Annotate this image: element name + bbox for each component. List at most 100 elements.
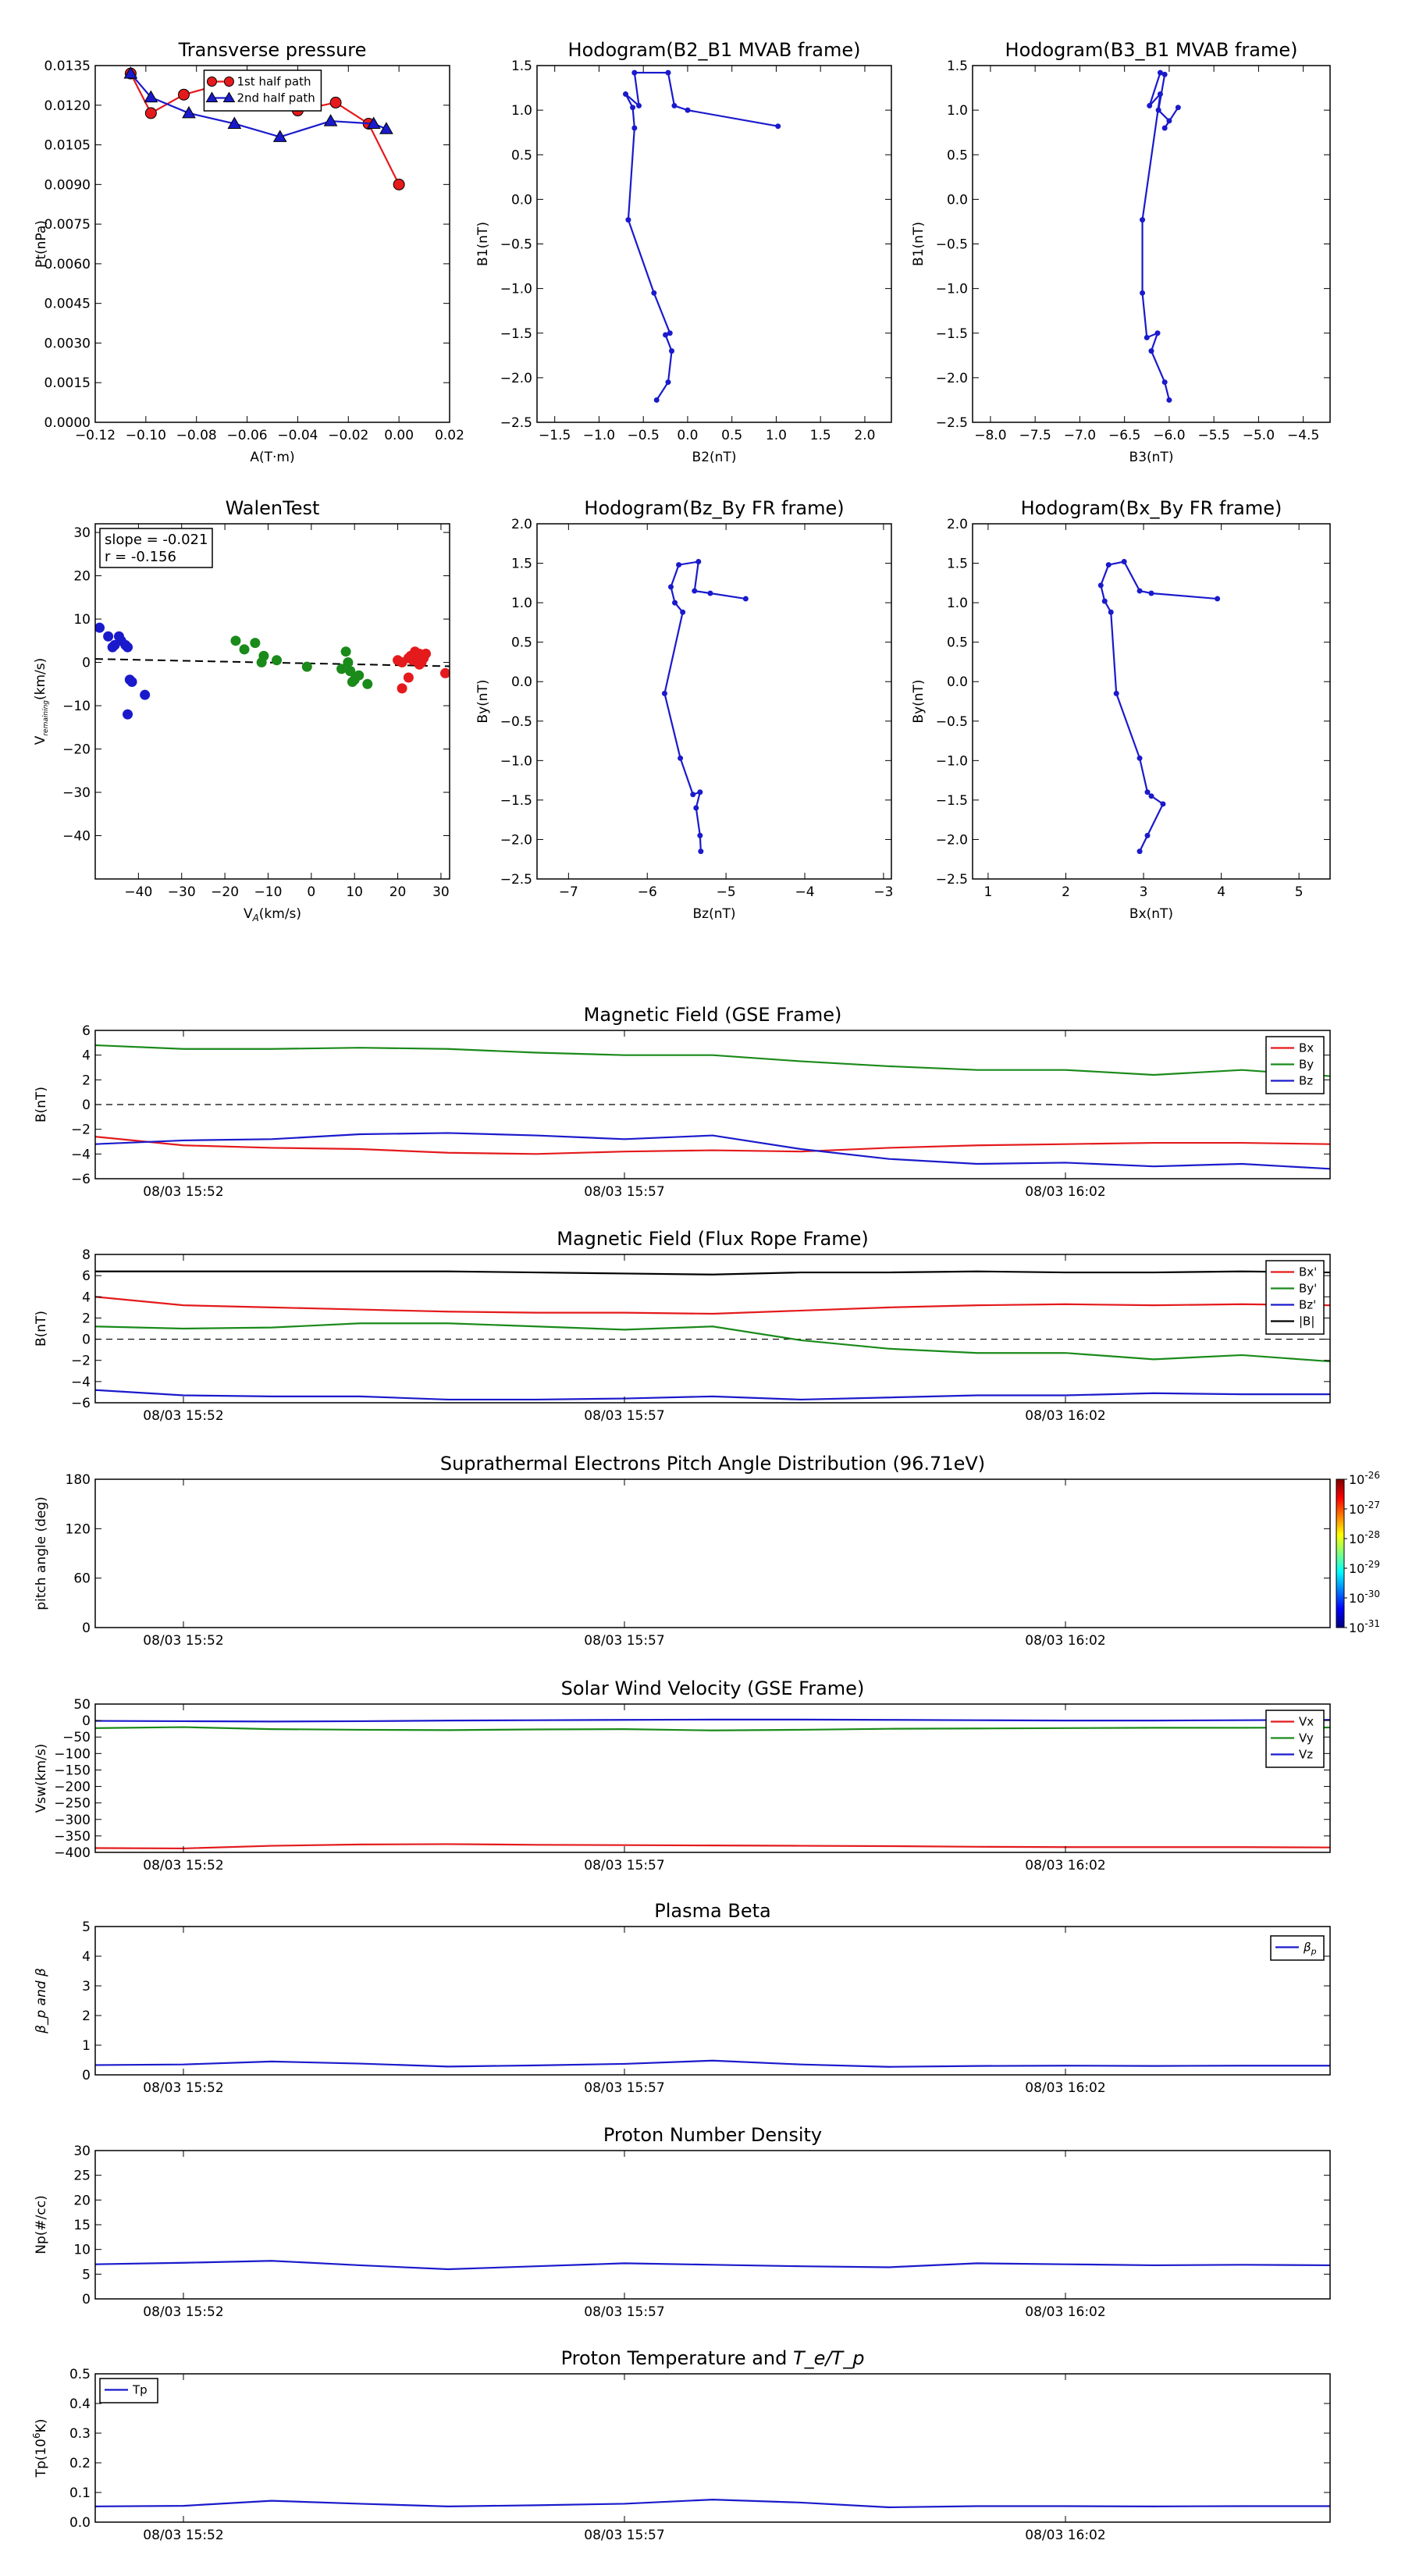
- x-tick-label: 20: [389, 884, 407, 900]
- y-tick-label: 0.5: [69, 2367, 91, 2382]
- y-tick-label: 1.0: [511, 103, 532, 119]
- data-point: [623, 91, 628, 98]
- colorbar-tick-label: 10-29: [1349, 1559, 1380, 1576]
- y-tick-label: −10: [62, 699, 91, 714]
- x-tick-label: 2: [1062, 884, 1070, 900]
- x-tick-label: 30: [432, 884, 450, 900]
- y-tick-label: −2.5: [936, 415, 968, 431]
- legend-label: Bz': [1299, 1298, 1316, 1312]
- y-axis-label-text: pitch angle (deg): [34, 1496, 49, 1610]
- colorbar-tick-exponent: -26: [1364, 1470, 1380, 1481]
- y-tick-label: 0.0090: [44, 177, 91, 193]
- plot-frame: [94, 65, 450, 423]
- data-point: [693, 805, 699, 811]
- data-point: [1105, 562, 1112, 568]
- colorbar-tick-base: 10: [1349, 1621, 1364, 1635]
- chart-title: Magnetic Field (Flux Rope Frame): [557, 1228, 868, 1250]
- data-point: [340, 646, 351, 657]
- y-tick-label: 0.0: [69, 2515, 91, 2531]
- series-0: [661, 559, 749, 855]
- chart-title: Proton Number Density: [603, 2124, 822, 2146]
- colorbar-tick-label: 10-27: [1349, 1500, 1380, 1517]
- chart-title: Hodogram(B3_B1 MVAB frame): [1005, 39, 1298, 61]
- data-point: [1113, 690, 1119, 696]
- y-axis-label: Vremaining(km/s): [33, 658, 50, 745]
- y-axis-label: Tp(106K): [31, 2419, 49, 2478]
- x-tick-label: 08/03 15:52: [143, 2080, 223, 2096]
- y-axis-label: Pt(nPa): [34, 220, 49, 268]
- x-tick-label: 08/03 15:57: [584, 2304, 664, 2320]
- annotation-line: slope = -0.021: [105, 532, 208, 548]
- y-tick-label: 120: [66, 1521, 91, 1537]
- data-point: [1166, 118, 1172, 124]
- y-tick-label: 1.5: [511, 557, 532, 572]
- series-line: [95, 1322, 1330, 1363]
- x-tick-label: 08/03 15:57: [584, 1408, 664, 1424]
- x-tick-label: −6: [638, 884, 657, 900]
- data-point: [403, 672, 414, 683]
- y-axis-label: B1(nT): [911, 222, 927, 266]
- y-tick-label: 0: [82, 1713, 91, 1729]
- y-tick-label: −50: [62, 1730, 91, 1745]
- chart-title-text: Transverse pressure: [178, 39, 367, 61]
- x-tick-label: 08/03 15:57: [584, 1858, 664, 1873]
- legend: Tp: [99, 2378, 158, 2403]
- data-point: [182, 105, 196, 119]
- x-tick-label: 0.02: [435, 428, 464, 443]
- y-tick-label: −2: [71, 1354, 91, 1369]
- y-tick-label: 0.2: [69, 2456, 91, 2471]
- y-tick-label: 30: [73, 2144, 91, 2159]
- y-tick-label: −20: [62, 742, 91, 758]
- plot-frame: [94, 1254, 1331, 1404]
- data-point: [1097, 582, 1104, 589]
- y-axis-label-sup: 6: [31, 2432, 42, 2439]
- y-tick-label: 0.0135: [44, 59, 91, 74]
- plot-frame: [94, 2150, 1331, 2300]
- data-point: [625, 217, 631, 223]
- chart-title: Magnetic Field (GSE Frame): [584, 1004, 842, 1026]
- plot-frame: [536, 523, 892, 880]
- y-axis-label-text: Np(#/cc): [34, 2195, 49, 2254]
- y-tick-label: 0.0: [511, 674, 532, 690]
- y-tick-label: 2: [82, 2008, 91, 2024]
- chart-title-text: Hodogram(Bx_By FR frame): [1021, 497, 1282, 519]
- y-tick-label: 10: [73, 2243, 91, 2258]
- x-tick-label: −10: [254, 884, 283, 900]
- legend-label: 2nd half path: [237, 91, 315, 105]
- y-tick-label: 0.5: [947, 148, 968, 163]
- data-point: [379, 122, 393, 134]
- data-point: [661, 690, 667, 696]
- y-tick-label: 1.0: [511, 596, 532, 611]
- data-point: [1148, 793, 1154, 799]
- y-tick-label: 0: [82, 656, 91, 671]
- series-0: [95, 622, 151, 720]
- chart-title: Transverse pressure: [178, 39, 367, 61]
- data-point: [671, 102, 678, 109]
- data-point: [685, 107, 691, 113]
- panel-h1: Hodogram(B2_B1 MVAB frame) −1.5 −1.0 −0.5 0.…: [475, 39, 892, 465]
- chart-title-text: Solar Wind Velocity (GSE Frame): [561, 1678, 865, 1699]
- x-tick-label: 08/03 16:02: [1025, 1633, 1105, 1649]
- y-tick-label: 0.0015: [44, 375, 91, 391]
- data-point: [397, 683, 407, 694]
- x-tick-label: 0.00: [384, 428, 414, 443]
- y-tick-label: −1.0: [500, 282, 532, 297]
- x-tick-label: −40: [124, 884, 152, 900]
- legend-label: Vy: [1299, 1731, 1314, 1745]
- chart-title-text: Hodogram(B3_B1 MVAB frame): [1005, 39, 1298, 61]
- x-tick-label: −6.5: [1108, 428, 1140, 443]
- x-tick-label: −0.04: [277, 428, 318, 443]
- panel-dens: Proton Number Density 08/03 15:52 08/03 15…: [34, 2124, 1331, 2320]
- data-point: [775, 123, 781, 130]
- chart-title-math: T_e/T_p: [793, 2347, 864, 2369]
- x-tick-label: 08/03 15:52: [143, 1184, 223, 1200]
- chart-title-text: Hodogram(Bz_By FR frame): [584, 497, 844, 519]
- x-tick-label: 2.0: [854, 428, 875, 443]
- y-tick-label: 0.0045: [44, 297, 91, 312]
- data-point: [1140, 290, 1146, 296]
- y-tick-label: 0.3: [69, 2426, 91, 2442]
- data-point: [1160, 801, 1166, 807]
- data-point: [393, 178, 405, 190]
- data-point: [1147, 102, 1153, 109]
- plot-area: [95, 2260, 1330, 2271]
